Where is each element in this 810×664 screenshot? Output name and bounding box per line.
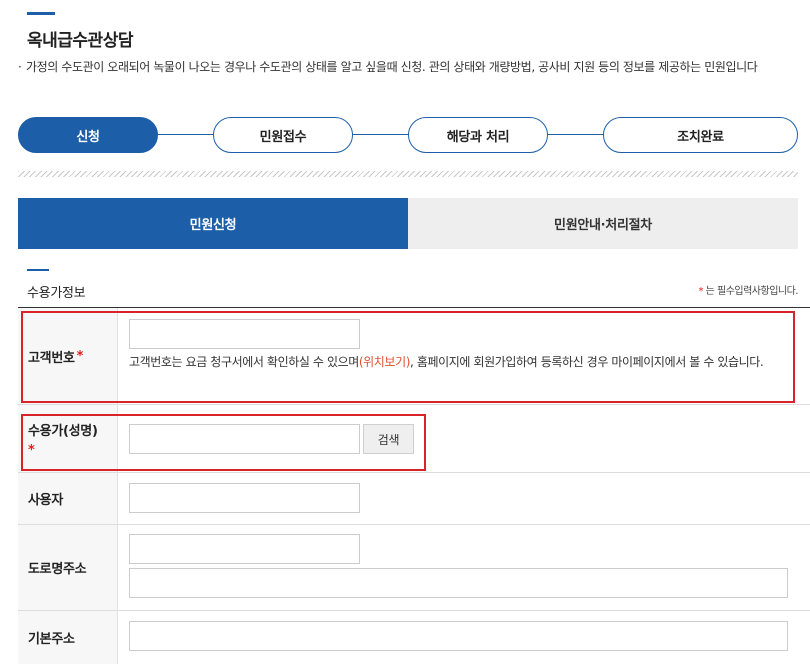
- user-input[interactable]: [129, 483, 360, 513]
- step-completed: 조치완료: [603, 117, 798, 153]
- user-cell: [118, 473, 810, 524]
- step-apply: 신청: [18, 117, 158, 153]
- user-label: 사용자: [18, 473, 118, 524]
- form-row-user: 사용자: [18, 473, 810, 525]
- customer-number-input[interactable]: [129, 319, 360, 349]
- form-row-customer-number: 고객번호 * 고객번호는 요금 청구서에서 확인하실 수 있으며(위치보기), 홈…: [18, 308, 810, 405]
- section-title: 수용가정보: [27, 286, 86, 301]
- bullet-dot-icon: ·: [18, 60, 22, 74]
- basic-address-cell: [118, 611, 810, 664]
- process-steps: 신청 민원접수 해당과 처리 조치완료: [18, 117, 798, 153]
- customer-number-label: 고객번호 *: [18, 308, 118, 404]
- form-row-customer-name: 수용가(성명) * 검색: [18, 405, 810, 473]
- page-description: · 가정의 수도관이 오래되어 녹물이 나오는 경우나 수도관의 상태를 알고 싶…: [18, 58, 778, 77]
- customer-number-cell: 고객번호는 요금 청구서에서 확인하실 수 있으며(위치보기), 홈페이지에 회…: [118, 308, 810, 404]
- customer-name-input[interactable]: [129, 424, 360, 454]
- road-address-cell: [118, 525, 810, 610]
- basic-address-input[interactable]: [129, 621, 788, 651]
- page-title: 옥내급수관상담: [27, 31, 133, 51]
- tab-guide-procedure[interactable]: 민원안내·처리절차: [408, 198, 798, 249]
- required-star-icon: *: [28, 442, 35, 458]
- step-department-processing: 해당과 처리: [408, 117, 548, 153]
- step-received: 민원접수: [213, 117, 353, 153]
- road-address-input[interactable]: [129, 568, 788, 598]
- search-button[interactable]: 검색: [363, 424, 414, 454]
- customer-number-help: 고객번호는 요금 청구서에서 확인하실 수 있으며(위치보기), 홈페이지에 회…: [129, 355, 764, 369]
- form-row-road-address: 도로명주소: [18, 525, 810, 611]
- road-address-postal-input[interactable]: [129, 534, 360, 564]
- basic-address-label: 기본주소: [18, 611, 118, 664]
- section-accent-bar: [27, 269, 49, 271]
- location-view-link[interactable]: (위치보기): [359, 355, 411, 369]
- customer-name-cell: 검색: [118, 405, 810, 472]
- road-address-label: 도로명주소: [18, 525, 118, 610]
- tab-apply[interactable]: 민원신청: [18, 198, 408, 249]
- customer-name-label: 수용가(성명) *: [18, 405, 118, 472]
- form-row-basic-address: 기본주소: [18, 611, 810, 664]
- required-star-icon: *: [76, 348, 84, 364]
- title-accent-bar: [27, 12, 55, 15]
- required-note: * 는 필수입력사항입니다.: [698, 286, 798, 297]
- tab-bar: 민원신청 민원안내·처리절차: [18, 198, 798, 249]
- hatch-divider: [18, 171, 798, 177]
